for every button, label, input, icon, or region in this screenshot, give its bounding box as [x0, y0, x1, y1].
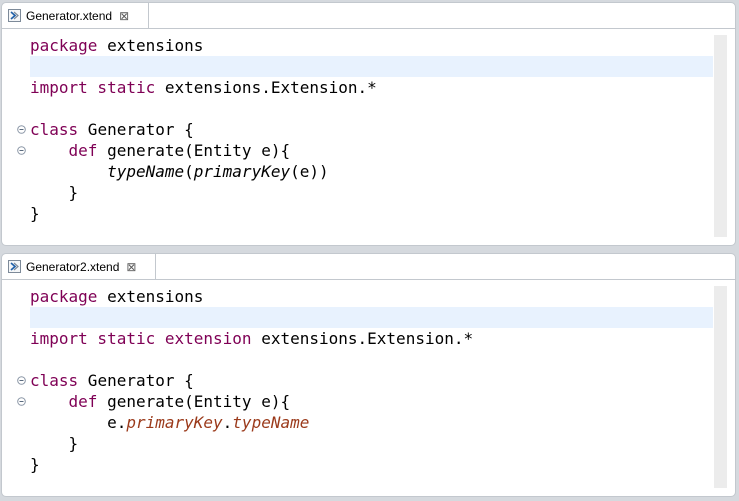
- editor-pane-generator2: Generator2.xtend ⊠ package extensions im…: [1, 253, 736, 497]
- code-text: (: [184, 162, 194, 181]
- method-call: typeName: [107, 162, 185, 181]
- code-text: e.: [107, 413, 127, 432]
- method-call: primaryKey: [193, 162, 291, 181]
- code-text: extensions.Extension.*: [251, 329, 474, 348]
- code-line: }: [30, 182, 713, 203]
- code-text: Generator {: [78, 371, 194, 390]
- code-line: }: [30, 203, 713, 224]
- tab-title: Generator.xtend: [26, 8, 113, 23]
- current-line-highlight: [30, 307, 713, 328]
- code-text: (e)): [290, 162, 329, 181]
- code-editor[interactable]: package extensions import static extensi…: [30, 286, 713, 488]
- code-text: extensions: [97, 287, 204, 306]
- fold-minus-icon[interactable]: [16, 391, 27, 412]
- code-line: import static extension extensions.Exten…: [30, 328, 713, 349]
- code-line: }: [30, 433, 713, 454]
- code-text: extensions: [97, 36, 204, 55]
- keyword: def: [68, 141, 98, 160]
- keyword: def: [68, 392, 98, 411]
- code-line: e.primaryKey.typeName: [30, 412, 713, 433]
- xtend-file-icon: [8, 9, 21, 22]
- fold-minus-icon[interactable]: [16, 119, 27, 140]
- fold-ruler: [14, 35, 29, 237]
- tab-generator2-xtend[interactable]: Generator2.xtend ⊠: [2, 254, 156, 280]
- code-line: typeName(primaryKey(e)): [30, 161, 713, 182]
- code-text: extensions.Extension.*: [155, 78, 377, 97]
- code-line: class Generator {: [30, 370, 713, 391]
- code-line: def generate(Entity e){: [30, 140, 713, 161]
- code-line: package extensions: [30, 35, 713, 56]
- fold-ruler: [14, 286, 29, 488]
- code-text: generate(Entity e){: [97, 141, 291, 160]
- code-line: def generate(Entity e){: [30, 391, 713, 412]
- code-text: Generator {: [78, 120, 194, 139]
- code-text: }: [30, 434, 79, 453]
- code-line: class Generator {: [30, 119, 713, 140]
- code-text: .: [222, 413, 233, 432]
- code-text: }: [30, 183, 79, 202]
- keyword: class: [30, 371, 79, 390]
- fold-minus-icon[interactable]: [16, 370, 27, 391]
- code-line: import static extensions.Extension.*: [30, 77, 713, 98]
- keyword: package: [30, 36, 98, 55]
- tab-title: Generator2.xtend: [26, 259, 120, 274]
- editor-pane-generator: Generator.xtend ⊠ package extensions imp…: [1, 2, 736, 246]
- keyword: import static: [30, 78, 156, 97]
- keyword: class: [30, 120, 79, 139]
- keyword: import static extension: [30, 329, 252, 348]
- fold-minus-icon[interactable]: [16, 140, 27, 161]
- xtend-file-icon: [8, 260, 21, 273]
- overview-ruler[interactable]: [714, 286, 727, 488]
- close-icon[interactable]: ⊠: [126, 261, 136, 273]
- code-text: }: [30, 204, 40, 223]
- code-text: }: [30, 455, 40, 474]
- code-text: generate(Entity e){: [97, 392, 291, 411]
- tab-generator-xtend[interactable]: Generator.xtend ⊠: [2, 3, 149, 29]
- extension-call: typeName: [232, 413, 310, 432]
- current-line-highlight: [30, 56, 713, 77]
- code-line: package extensions: [30, 286, 713, 307]
- extension-call: primaryKey: [126, 413, 223, 432]
- code-editor[interactable]: package extensions import static extensi…: [30, 35, 713, 237]
- overview-ruler[interactable]: [714, 35, 727, 237]
- keyword: package: [30, 287, 98, 306]
- code-line: }: [30, 454, 713, 475]
- close-icon[interactable]: ⊠: [119, 10, 129, 22]
